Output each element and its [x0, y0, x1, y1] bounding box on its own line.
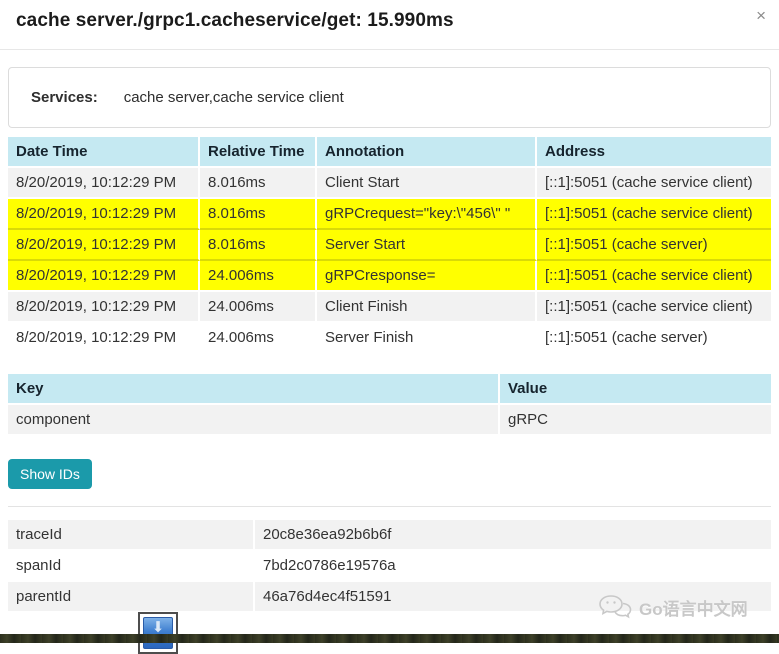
span-title: cache server./grpc1.cacheservice/get: 15… — [16, 10, 454, 31]
cell-value: gRPC — [500, 405, 771, 436]
col-relative-time: Relative Time — [200, 137, 317, 168]
cell-annotation: Server Finish — [317, 323, 537, 354]
table-row-highlighted: 8/20/2019, 10:12:29 PM 24.006ms gRPCresp… — [8, 261, 771, 292]
cell-address: [::1]:5051 (cache server) — [537, 323, 771, 354]
table-row: 8/20/2019, 10:12:29 PM 24.006ms Server F… — [8, 323, 771, 354]
modal-header: cache server./grpc1.cacheservice/get: 15… — [0, 0, 779, 50]
show-ids-button[interactable]: Show IDs — [8, 459, 92, 489]
services-label: Services: — [31, 89, 98, 106]
cell-relative-time: 24.006ms — [200, 261, 317, 292]
cell-relative-time: 8.016ms — [200, 168, 317, 199]
cell-annotation: Client Finish — [317, 292, 537, 323]
table-row: 8/20/2019, 10:12:29 PM 8.016ms Client St… — [8, 168, 771, 199]
col-annotation: Annotation — [317, 137, 537, 168]
cell-annotation: Client Start — [317, 168, 537, 199]
services-box: Services: cache server,cache service cli… — [8, 67, 771, 128]
cell-address: [::1]:5051 (cache service client) — [537, 199, 771, 230]
cell-date-time: 8/20/2019, 10:12:29 PM — [8, 168, 200, 199]
desktop-background-strip — [0, 634, 779, 643]
cell-relative-time: 24.006ms — [200, 323, 317, 354]
table-row-highlighted: 8/20/2019, 10:12:29 PM 8.016ms gRPCreque… — [8, 199, 771, 230]
ids-table: traceId 20c8e36ea92b6b6f spanId 7bd2c078… — [8, 520, 771, 613]
cell-address: [::1]:5051 (cache service client) — [537, 168, 771, 199]
cell-address: [::1]:5051 (cache service client) — [537, 292, 771, 323]
table-row-highlighted: 8/20/2019, 10:12:29 PM 8.016ms Server St… — [8, 230, 771, 261]
col-address: Address — [537, 137, 771, 168]
cell-relative-time: 8.016ms — [200, 230, 317, 261]
cell-key: component — [8, 405, 500, 436]
cell-annotation: gRPCresponse= — [317, 261, 537, 292]
annotations-header-row: Date Time Relative Time Annotation Addre… — [8, 137, 771, 168]
table-row: parentId 46a76d4ec4f51591 — [8, 582, 771, 613]
annotations-table: Date Time Relative Time Annotation Addre… — [8, 137, 771, 354]
cell-id-label: parentId — [8, 582, 255, 613]
col-date-time: Date Time — [8, 137, 200, 168]
close-icon[interactable]: × — [756, 6, 766, 26]
section-divider — [8, 506, 771, 507]
cell-id-value: 46a76d4ec4f51591 — [255, 582, 771, 613]
cell-date-time: 8/20/2019, 10:12:29 PM — [8, 199, 200, 230]
cell-date-time: 8/20/2019, 10:12:29 PM — [8, 292, 200, 323]
col-value: Value — [500, 374, 771, 405]
cell-annotation: Server Start — [317, 230, 537, 261]
cell-date-time: 8/20/2019, 10:12:29 PM — [8, 261, 200, 292]
cell-annotation: gRPCrequest="key:\"456\" " — [317, 199, 537, 230]
cell-id-value: 20c8e36ea92b6b6f — [255, 520, 771, 551]
cell-id-label: traceId — [8, 520, 255, 551]
table-row: component gRPC — [8, 405, 771, 436]
cell-relative-time: 24.006ms — [200, 292, 317, 323]
cell-date-time: 8/20/2019, 10:12:29 PM — [8, 323, 200, 354]
image-placeholder: ⬇ — [138, 612, 178, 654]
cell-address: [::1]:5051 (cache service client) — [537, 261, 771, 292]
table-row: spanId 7bd2c0786e19576a — [8, 551, 771, 582]
cell-id-label: spanId — [8, 551, 255, 582]
col-key: Key — [8, 374, 500, 405]
tags-header-row: Key Value — [8, 374, 771, 405]
cell-relative-time: 8.016ms — [200, 199, 317, 230]
modal-body: Services: cache server,cache service cli… — [0, 67, 779, 613]
table-row: traceId 20c8e36ea92b6b6f — [8, 520, 771, 551]
download-arrow-icon: ⬇ — [143, 617, 173, 649]
cell-address: [::1]:5051 (cache server) — [537, 230, 771, 261]
services-value: cache server,cache service client — [123, 89, 344, 106]
tags-table: Key Value component gRPC — [8, 374, 771, 436]
cell-date-time: 8/20/2019, 10:12:29 PM — [8, 230, 200, 261]
cell-id-value: 7bd2c0786e19576a — [255, 551, 771, 582]
table-row: 8/20/2019, 10:12:29 PM 24.006ms Client F… — [8, 292, 771, 323]
